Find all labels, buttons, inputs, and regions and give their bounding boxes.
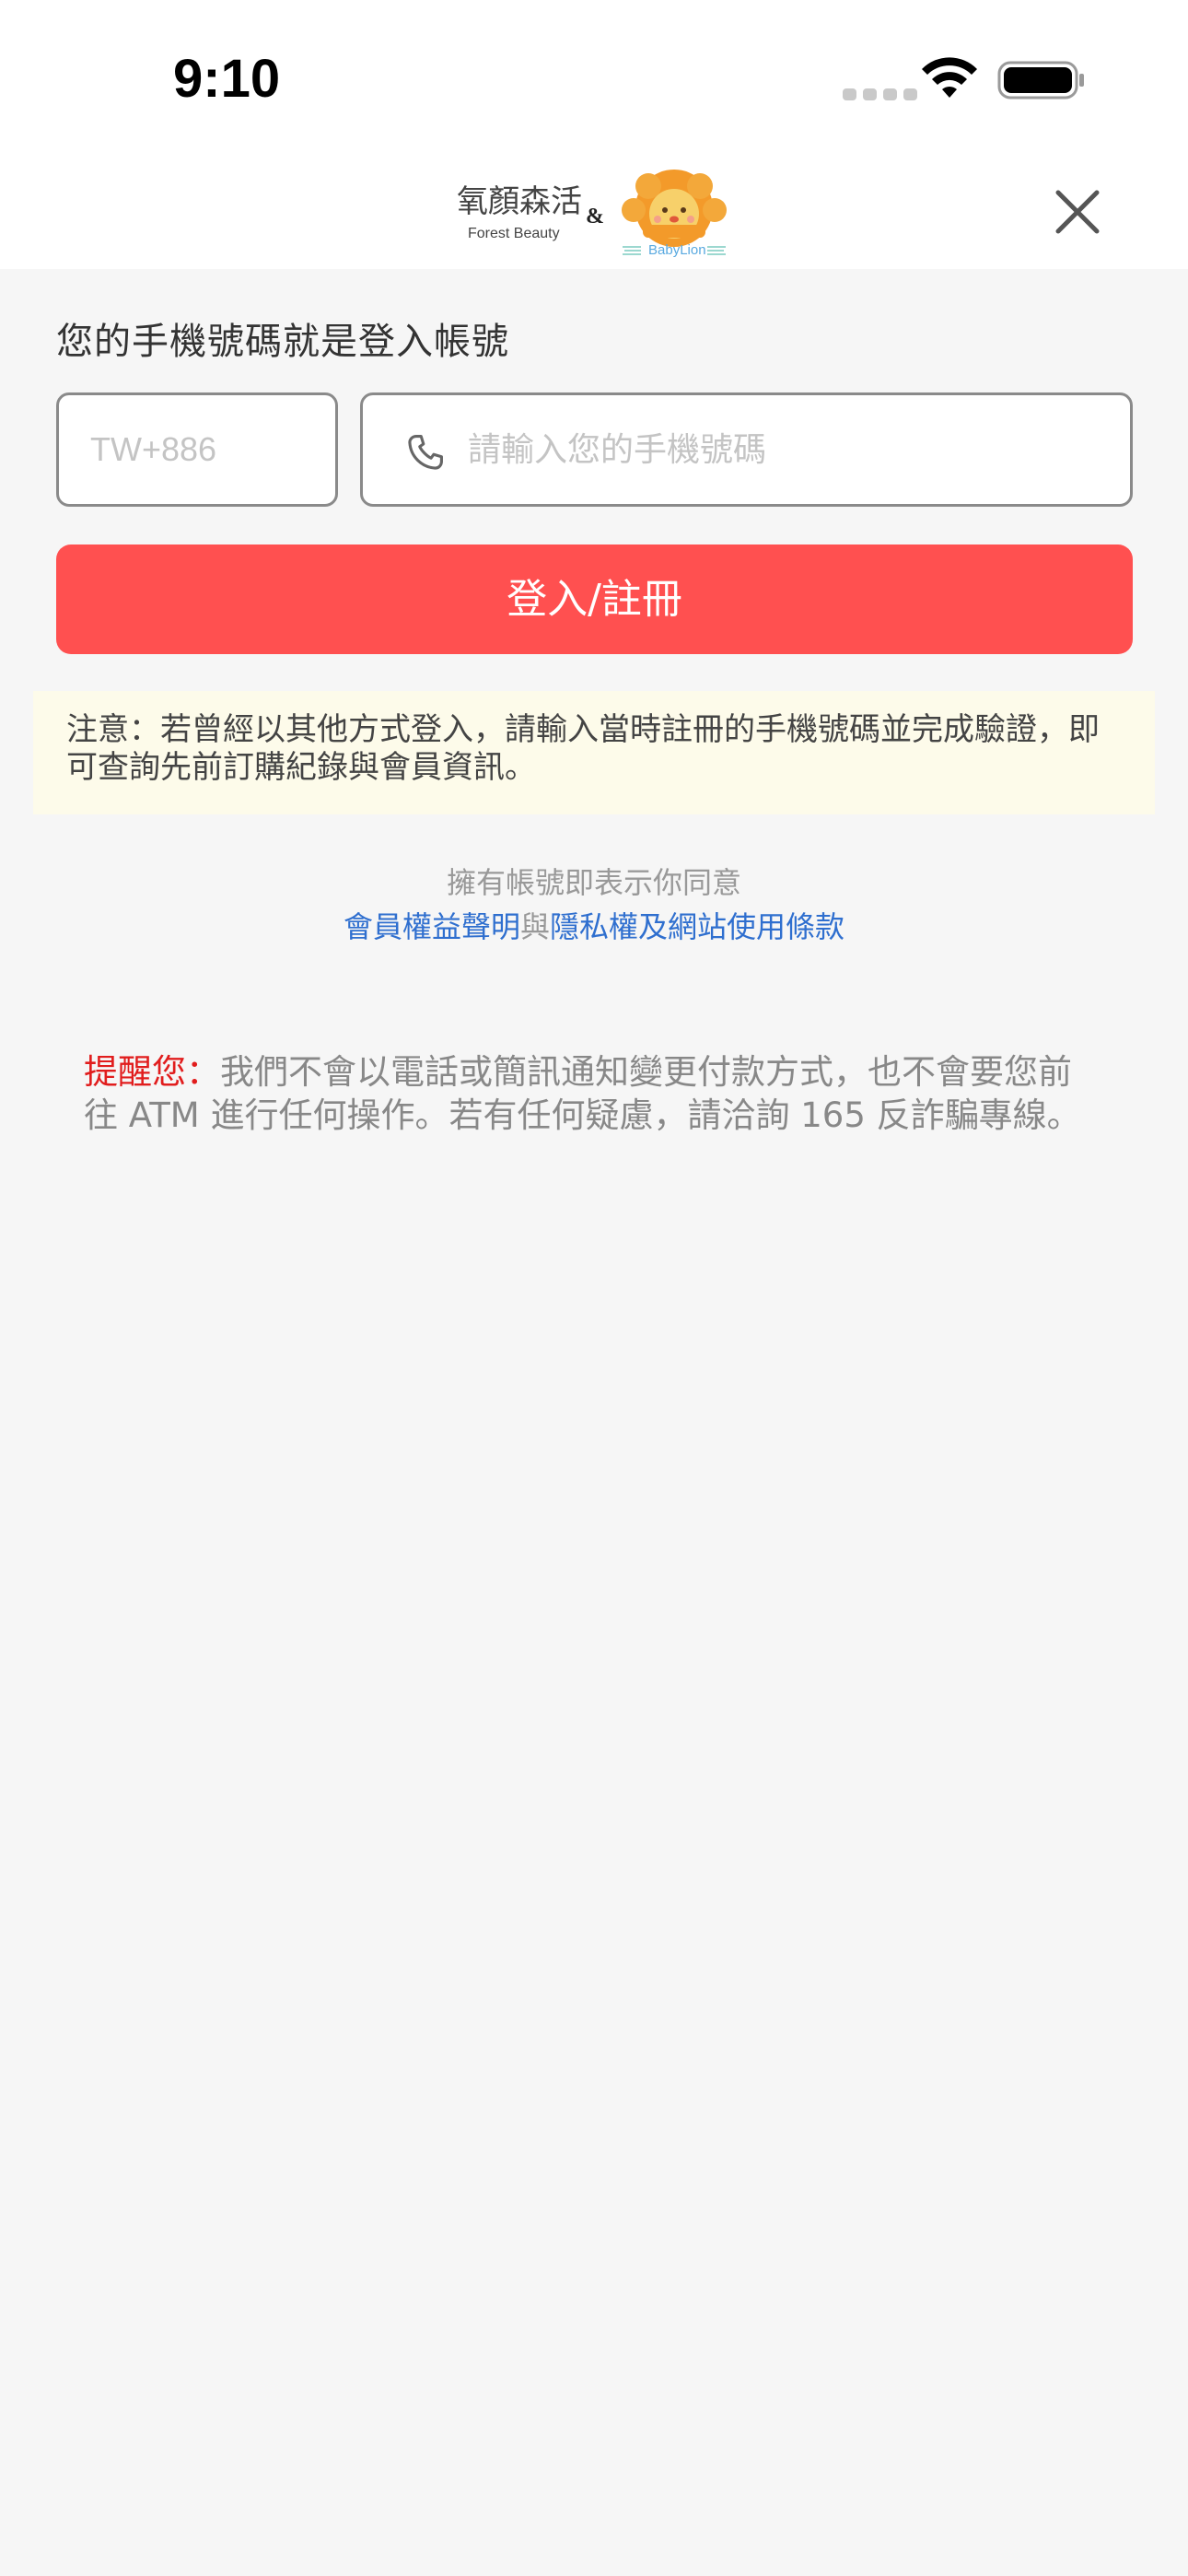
logo-ampersand: & <box>586 205 604 228</box>
country-code-field[interactable]: TW+886 <box>56 392 338 507</box>
notice-text: 注意：若曾經以其他方式登入，請輸入當時註冊的手機號碼並完成驗證，即可查詢先前訂購… <box>66 711 1100 786</box>
login-screen: 9:10 氧顏森活 Forest Beauty & BabyLion 您的手機號… <box>0 0 1188 2576</box>
login-register-button[interactable]: 登入/註冊 <box>56 544 1133 654</box>
logo-partner: BabyLion <box>648 242 706 258</box>
notice-box: 注意：若曾經以其他方式登入，請輸入當時註冊的手機號碼並完成驗證，即可查詢先前訂購… <box>33 691 1155 814</box>
header: 氧顏森活 Forest Beauty & BabyLion <box>0 157 1188 269</box>
cellular-signal-icon <box>843 88 917 100</box>
status-time: 9:10 <box>173 49 281 109</box>
status-bar: 9:10 <box>0 0 1188 157</box>
member-rights-link[interactable]: 會員權益聲明 <box>344 909 520 944</box>
reminder-text: 我們不會以電話或簡訊通知變更付款方式，也不會要您前往 ATM 進行任何操作。若有… <box>84 1052 1081 1135</box>
close-icon[interactable] <box>1050 184 1105 240</box>
brand-logo: 氧顏森活 Forest Beauty & BabyLion <box>457 170 727 258</box>
login-title: 您的手機號碼就是登入帳號 <box>56 321 509 363</box>
agree-text: 擁有帳號即表示你同意 <box>446 865 741 900</box>
reminder-label: 提醒您： <box>84 1052 220 1092</box>
terms-links: 會員權益聲明與隱私權及網站使用條款 <box>0 904 1188 946</box>
wifi-icon <box>922 57 977 98</box>
battery-icon <box>997 61 1084 100</box>
phone-input[interactable] <box>468 395 1112 504</box>
logo-brand-cn: 氧顏森活 <box>457 183 582 220</box>
terms-conjunction: 與 <box>519 909 550 944</box>
fraud-reminder: 提醒您：我們不會以電話或簡訊通知變更付款方式，也不會要您前往 ATM 進行任何操… <box>84 1050 1097 1137</box>
phone-icon <box>408 435 443 470</box>
lion-mascot-icon <box>622 170 727 247</box>
phone-field[interactable] <box>360 392 1133 507</box>
privacy-terms-link[interactable]: 隱私權及網站使用條款 <box>550 909 844 944</box>
logo-brand-en: Forest Beauty <box>468 226 560 241</box>
